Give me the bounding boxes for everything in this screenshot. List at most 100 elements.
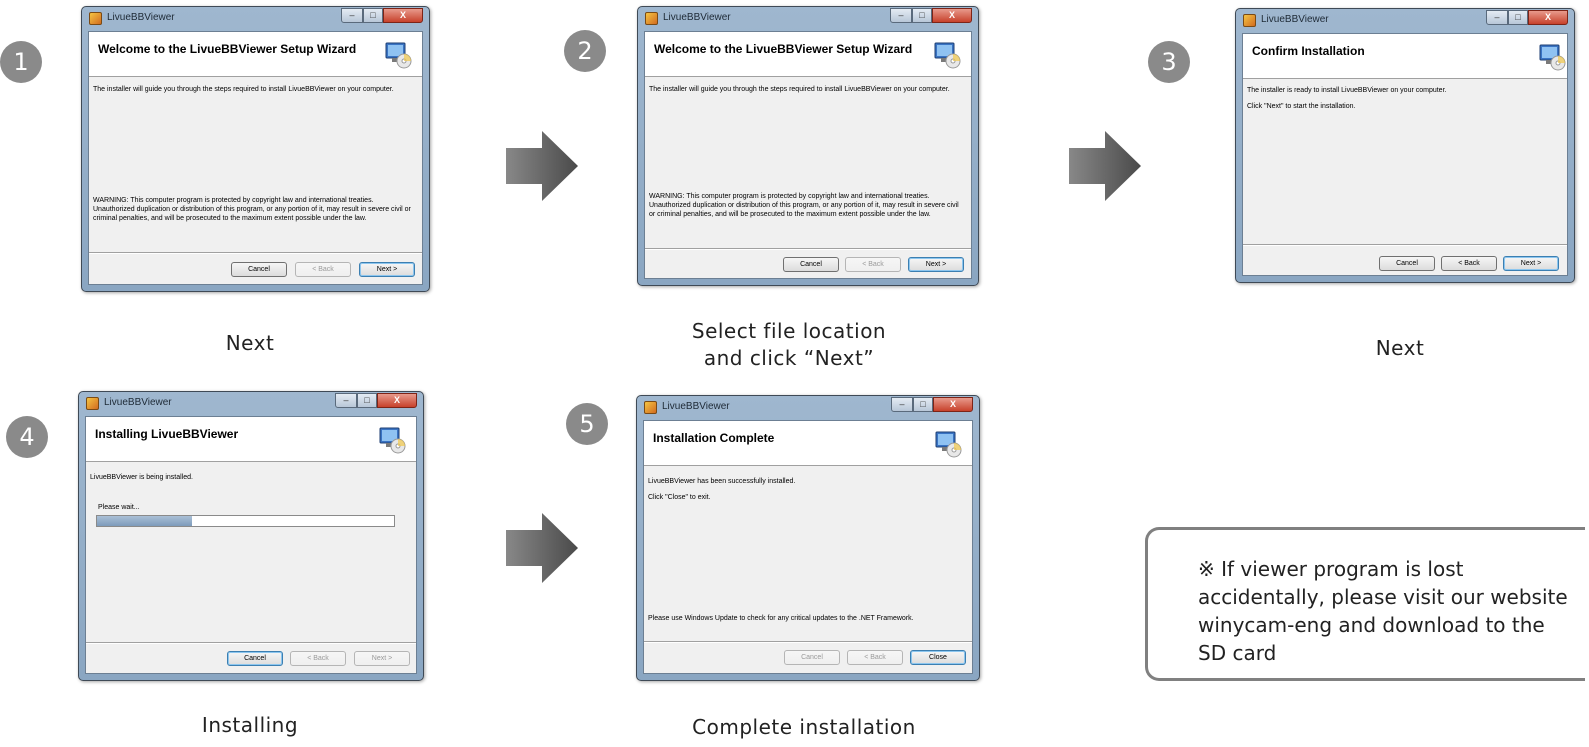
- step-4-window: LivueBBViewer – □ X Installing LivueBBVi…: [78, 391, 424, 681]
- window-title: LivueBBViewer: [107, 12, 175, 23]
- app-icon: [86, 397, 99, 410]
- step-1-badge: 1: [0, 41, 42, 83]
- window-title: LivueBBViewer: [1261, 14, 1329, 25]
- progress-fill: [97, 516, 193, 526]
- next-button[interactable]: Next >: [1503, 256, 1559, 271]
- step-3-caption: Next: [1375, 336, 1425, 360]
- setup-computer-icon: [385, 42, 412, 69]
- close-button[interactable]: X: [932, 8, 972, 23]
- app-icon: [89, 12, 102, 25]
- close-button[interactable]: X: [377, 393, 417, 408]
- window-controls: – □ X: [335, 393, 417, 409]
- dialog-heading: Installation Complete: [653, 431, 775, 445]
- window-controls: – □ X: [891, 397, 973, 413]
- step-5-caption: Complete installation: [692, 715, 916, 739]
- cancel-button[interactable]: Cancel: [783, 257, 839, 272]
- divider: [1243, 244, 1567, 246]
- banner: Welcome to the LivueBBViewer Setup Wizar…: [645, 32, 971, 77]
- right-arrow-icon: [506, 131, 578, 201]
- title-bar: LivueBBViewer – □ X: [638, 7, 978, 31]
- close-button[interactable]: X: [933, 397, 973, 412]
- close-dialog-button[interactable]: Close: [910, 650, 966, 665]
- close-button[interactable]: X: [383, 8, 423, 23]
- installer-client: Welcome to the LivueBBViewer Setup Wizar…: [88, 31, 423, 285]
- banner: Welcome to the LivueBBViewer Setup Wizar…: [89, 32, 422, 77]
- copyright-warning: WARNING: This computer program is protec…: [649, 193, 959, 218]
- back-button[interactable]: < Back: [847, 650, 903, 665]
- back-button[interactable]: < Back: [290, 651, 346, 666]
- setup-computer-icon: [935, 431, 962, 458]
- title-bar: LivueBBViewer – □ X: [82, 7, 429, 31]
- close-button[interactable]: X: [1528, 10, 1568, 25]
- banner: Installing LivueBBViewer: [86, 417, 416, 462]
- cancel-button[interactable]: Cancel: [231, 262, 287, 277]
- maximize-button[interactable]: □: [913, 397, 933, 412]
- right-arrow-icon: [506, 513, 578, 583]
- installer-client: Welcome to the LivueBBViewer Setup Wizar…: [644, 31, 972, 279]
- step-4-badge: 4: [6, 416, 48, 458]
- progress-label: Please wait...: [98, 504, 140, 511]
- installer-client: Installation Complete LivueBBViewer has …: [643, 420, 973, 674]
- window-controls: – □ X: [341, 8, 423, 24]
- divider: [644, 641, 972, 643]
- maximize-button[interactable]: □: [357, 393, 377, 408]
- dialog-heading: Installing LivueBBViewer: [95, 427, 239, 441]
- progress-bar: [96, 515, 395, 527]
- step-2-window: LivueBBViewer – □ X Welcome to the Livue…: [637, 6, 979, 286]
- window-controls: – □ X: [1486, 10, 1568, 26]
- title-bar: LivueBBViewer – □ X: [637, 396, 979, 420]
- divider: [645, 248, 971, 250]
- cancel-button[interactable]: Cancel: [227, 651, 283, 666]
- setup-computer-icon: [1539, 44, 1566, 71]
- dialog-heading: Welcome to the LivueBBViewer Setup Wizar…: [654, 42, 913, 56]
- minimize-button[interactable]: –: [1486, 10, 1508, 25]
- next-button[interactable]: Next >: [354, 651, 410, 666]
- app-icon: [645, 12, 658, 25]
- back-button[interactable]: < Back: [845, 257, 901, 272]
- note-box: ※ If viewer program is lost accidentally…: [1145, 527, 1585, 681]
- dialog-text: The installer will guide you through the…: [93, 86, 394, 93]
- minimize-button[interactable]: –: [891, 397, 913, 412]
- next-button[interactable]: Next >: [359, 262, 415, 277]
- next-button[interactable]: Next >: [908, 257, 964, 272]
- note-text: ※ If viewer program is lost accidentally…: [1198, 557, 1568, 665]
- step-2-caption: Select file location and click “Next”: [691, 319, 887, 370]
- minimize-button[interactable]: –: [890, 8, 912, 23]
- step-2-badge: 2: [564, 30, 606, 72]
- minimize-button[interactable]: –: [335, 393, 357, 408]
- back-button[interactable]: < Back: [1441, 256, 1497, 271]
- step-5-window: LivueBBViewer – □ X Installation Complet…: [636, 395, 980, 681]
- step-3-window: LivueBBViewer – □ X Confirm Installation…: [1235, 8, 1575, 283]
- step-4-caption: Installing: [201, 713, 299, 737]
- copyright-warning: WARNING: This computer program is protec…: [93, 197, 411, 222]
- step-5-badge: 5: [566, 403, 608, 445]
- window-title: LivueBBViewer: [663, 12, 731, 23]
- update-notice: Please use Windows Update to check for a…: [648, 615, 914, 622]
- right-arrow-icon: [1069, 131, 1141, 201]
- installer-client: Confirm Installation The installer is re…: [1242, 33, 1568, 276]
- setup-computer-icon: [934, 42, 961, 69]
- dialog-heading: Confirm Installation: [1252, 44, 1365, 58]
- minimize-button[interactable]: –: [341, 8, 363, 23]
- maximize-button[interactable]: □: [363, 8, 383, 23]
- title-bar: LivueBBViewer – □ X: [79, 392, 423, 416]
- dialog-text: The installer will guide you through the…: [649, 86, 950, 93]
- step-1-caption: Next: [225, 331, 275, 355]
- app-icon: [644, 401, 657, 414]
- back-button[interactable]: < Back: [295, 262, 351, 277]
- app-icon: [1243, 14, 1256, 27]
- maximize-button[interactable]: □: [1508, 10, 1528, 25]
- step-1-window: LivueBBViewer – □ X Welcome to the Livue…: [81, 6, 430, 292]
- dialog-text: LivueBBViewer has been successfully inst…: [648, 478, 796, 485]
- title-bar: LivueBBViewer – □ X: [1236, 9, 1574, 33]
- dialog-text: LivueBBViewer is being installed.: [90, 474, 193, 481]
- installer-client: Installing LivueBBViewer LivueBBViewer i…: [85, 416, 417, 674]
- cancel-button[interactable]: Cancel: [784, 650, 840, 665]
- maximize-button[interactable]: □: [912, 8, 932, 23]
- dialog-text: The installer is ready to install LivueB…: [1247, 87, 1447, 94]
- window-title: LivueBBViewer: [104, 397, 172, 408]
- cancel-button[interactable]: Cancel: [1379, 256, 1435, 271]
- dialog-instruction: Click "Next" to start the installation.: [1247, 103, 1356, 110]
- banner: Confirm Installation: [1243, 34, 1567, 79]
- step-3-badge: 3: [1148, 41, 1190, 83]
